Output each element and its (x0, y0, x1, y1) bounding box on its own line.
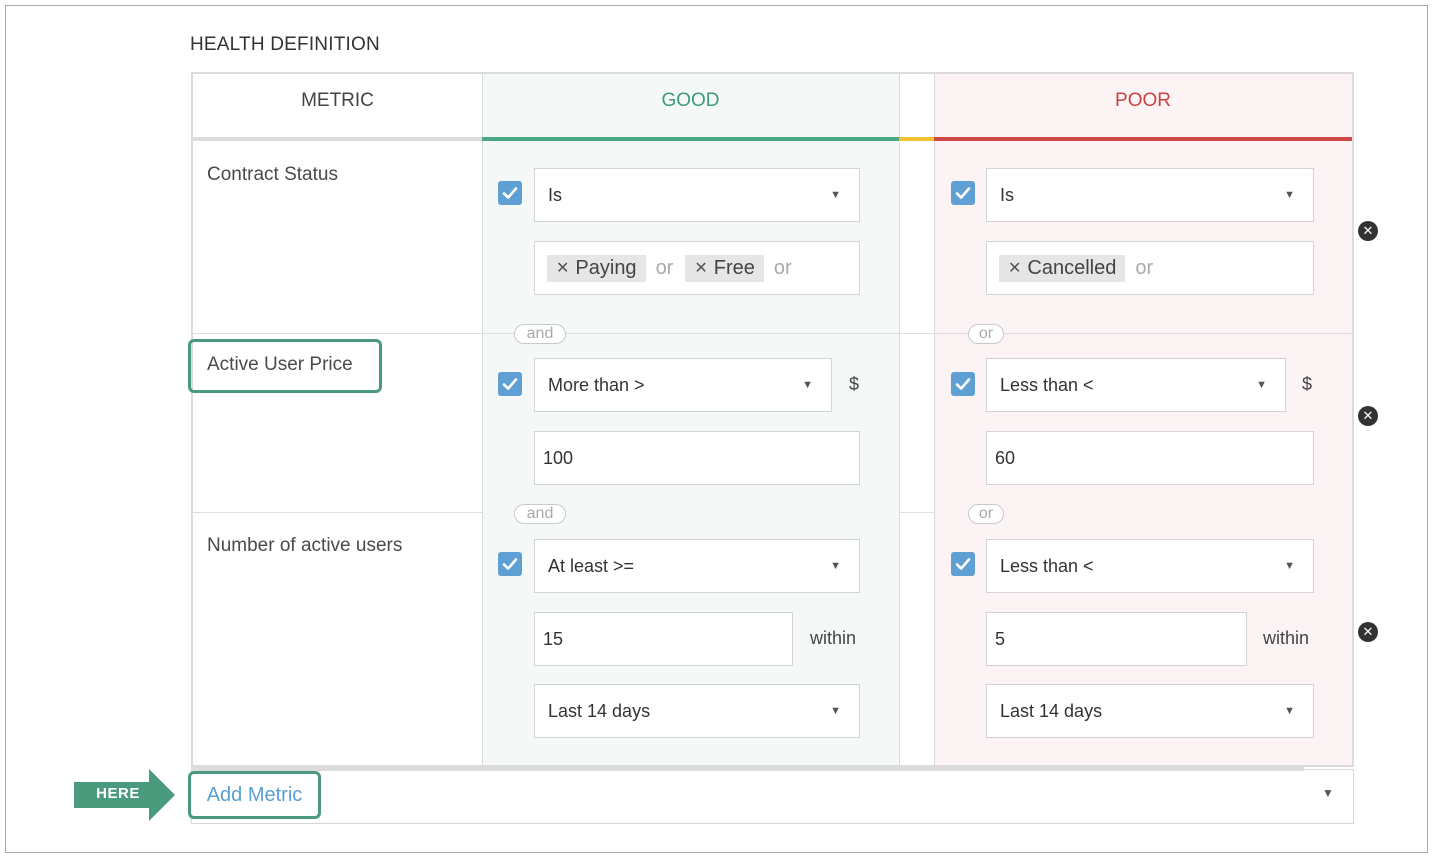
good-value-input[interactable]: 100 (534, 431, 860, 485)
header-underline-good (482, 137, 899, 141)
header-underline-metric (193, 137, 482, 141)
poor-checkbox[interactable] (951, 181, 975, 205)
good-checkbox[interactable] (498, 181, 522, 205)
input-value: 15 (543, 628, 564, 649)
check-icon (502, 558, 518, 570)
select-value: Is (548, 184, 563, 205)
caret-down-icon[interactable]: ▼ (1322, 786, 1334, 800)
metric-name: Number of active users (207, 535, 403, 556)
good-tags-input[interactable]: ✕ Paying or ✕ Free or (534, 241, 860, 295)
input-value: 100 (543, 447, 574, 468)
check-icon (502, 378, 518, 390)
check-icon (955, 187, 971, 199)
poor-checkbox[interactable] (951, 552, 975, 576)
poor-operator-select[interactable]: Less than < ▼ (986, 358, 1286, 412)
caret-down-icon: ▼ (830, 705, 841, 717)
column-divider (482, 74, 483, 766)
select-value: Last 14 days (1000, 700, 1103, 721)
x-icon[interactable]: ✕ (556, 258, 569, 278)
poor-period-select[interactable]: Last 14 days ▼ (986, 684, 1314, 738)
highlight-box (188, 339, 382, 393)
and-connector: and (514, 504, 566, 524)
tag: ✕ Cancelled (999, 254, 1126, 282)
header-poor: POOR (1115, 90, 1171, 111)
input-value: 60 (995, 447, 1016, 468)
row-divider (193, 512, 482, 513)
good-operator-select[interactable]: At least >= ▼ (534, 539, 860, 593)
good-period-select[interactable]: Last 14 days ▼ (534, 684, 860, 738)
good-operator-select[interactable]: Is ▼ (534, 168, 860, 222)
header-metric: METRIC (301, 90, 374, 111)
check-icon (955, 558, 971, 570)
poor-operator-select[interactable]: Less than < ▼ (986, 539, 1314, 593)
caret-down-icon: ▼ (1284, 560, 1295, 572)
caret-down-icon: ▼ (830, 189, 841, 201)
column-divider (934, 74, 935, 766)
metric-name: Contract Status (207, 164, 338, 185)
tag-joiner: or (773, 256, 792, 279)
good-checkbox[interactable] (498, 372, 522, 396)
tag: ✕ Free (685, 254, 764, 282)
select-value: Is (1000, 184, 1015, 205)
caret-down-icon: ▼ (830, 560, 841, 572)
poor-tags-input[interactable]: ✕ Cancelled or (986, 241, 1314, 295)
or-connector: or (968, 324, 1004, 344)
close-circle-icon[interactable]: ✕ (1358, 622, 1378, 642)
close-circle-icon[interactable]: ✕ (1358, 406, 1378, 426)
or-connector: or (968, 504, 1004, 524)
tag-label: Free (713, 256, 755, 279)
header-underline-poor (934, 137, 1352, 141)
unit-label: $ (849, 374, 860, 394)
poor-value-input[interactable]: 5 (986, 612, 1247, 666)
tag-label: Paying (575, 256, 637, 279)
check-icon (955, 378, 971, 390)
select-value: At least >= (548, 555, 635, 576)
column-divider (899, 74, 900, 766)
here-label: HERE (96, 785, 140, 802)
poor-operator-select[interactable]: Is ▼ (986, 168, 1314, 222)
within-label: within (810, 628, 857, 648)
tag: ✕ Paying (547, 254, 646, 282)
input-value: 5 (995, 628, 1006, 649)
select-value: Last 14 days (548, 700, 651, 721)
within-label: within (1263, 628, 1310, 648)
good-value-input[interactable]: 15 (534, 612, 793, 666)
row-divider (193, 333, 1352, 334)
tag-label: Cancelled (1027, 256, 1117, 279)
check-icon (502, 187, 518, 199)
good-checkbox[interactable] (498, 552, 522, 576)
close-circle-icon[interactable]: ✕ (1358, 221, 1378, 241)
caret-down-icon: ▼ (1256, 379, 1267, 391)
select-value: More than > (548, 374, 645, 395)
and-connector: and (514, 324, 566, 344)
caret-down-icon: ▼ (802, 379, 813, 391)
caret-down-icon: ▼ (1284, 189, 1295, 201)
x-icon[interactable]: ✕ (1008, 258, 1021, 278)
section-title: HEALTH DEFINITION (190, 34, 380, 55)
add-metric-row[interactable] (191, 769, 1354, 824)
header-underline-neutral (899, 137, 934, 141)
poor-value-input[interactable]: 60 (986, 431, 1314, 485)
select-value: Less than < (1000, 555, 1094, 576)
add-metric-button[interactable]: Add Metric (188, 771, 321, 819)
x-icon[interactable]: ✕ (694, 258, 707, 278)
select-value: Less than < (1000, 374, 1094, 395)
unit-label: $ (1302, 374, 1313, 394)
add-metric-divider (191, 766, 1304, 771)
poor-checkbox[interactable] (951, 372, 975, 396)
good-operator-select[interactable]: More than > ▼ (534, 358, 832, 412)
tag-joiner: or (655, 256, 674, 279)
caret-down-icon: ▼ (1284, 705, 1295, 717)
tag-joiner: or (1135, 256, 1154, 279)
header-good: GOOD (661, 90, 720, 111)
row-divider (899, 512, 934, 513)
